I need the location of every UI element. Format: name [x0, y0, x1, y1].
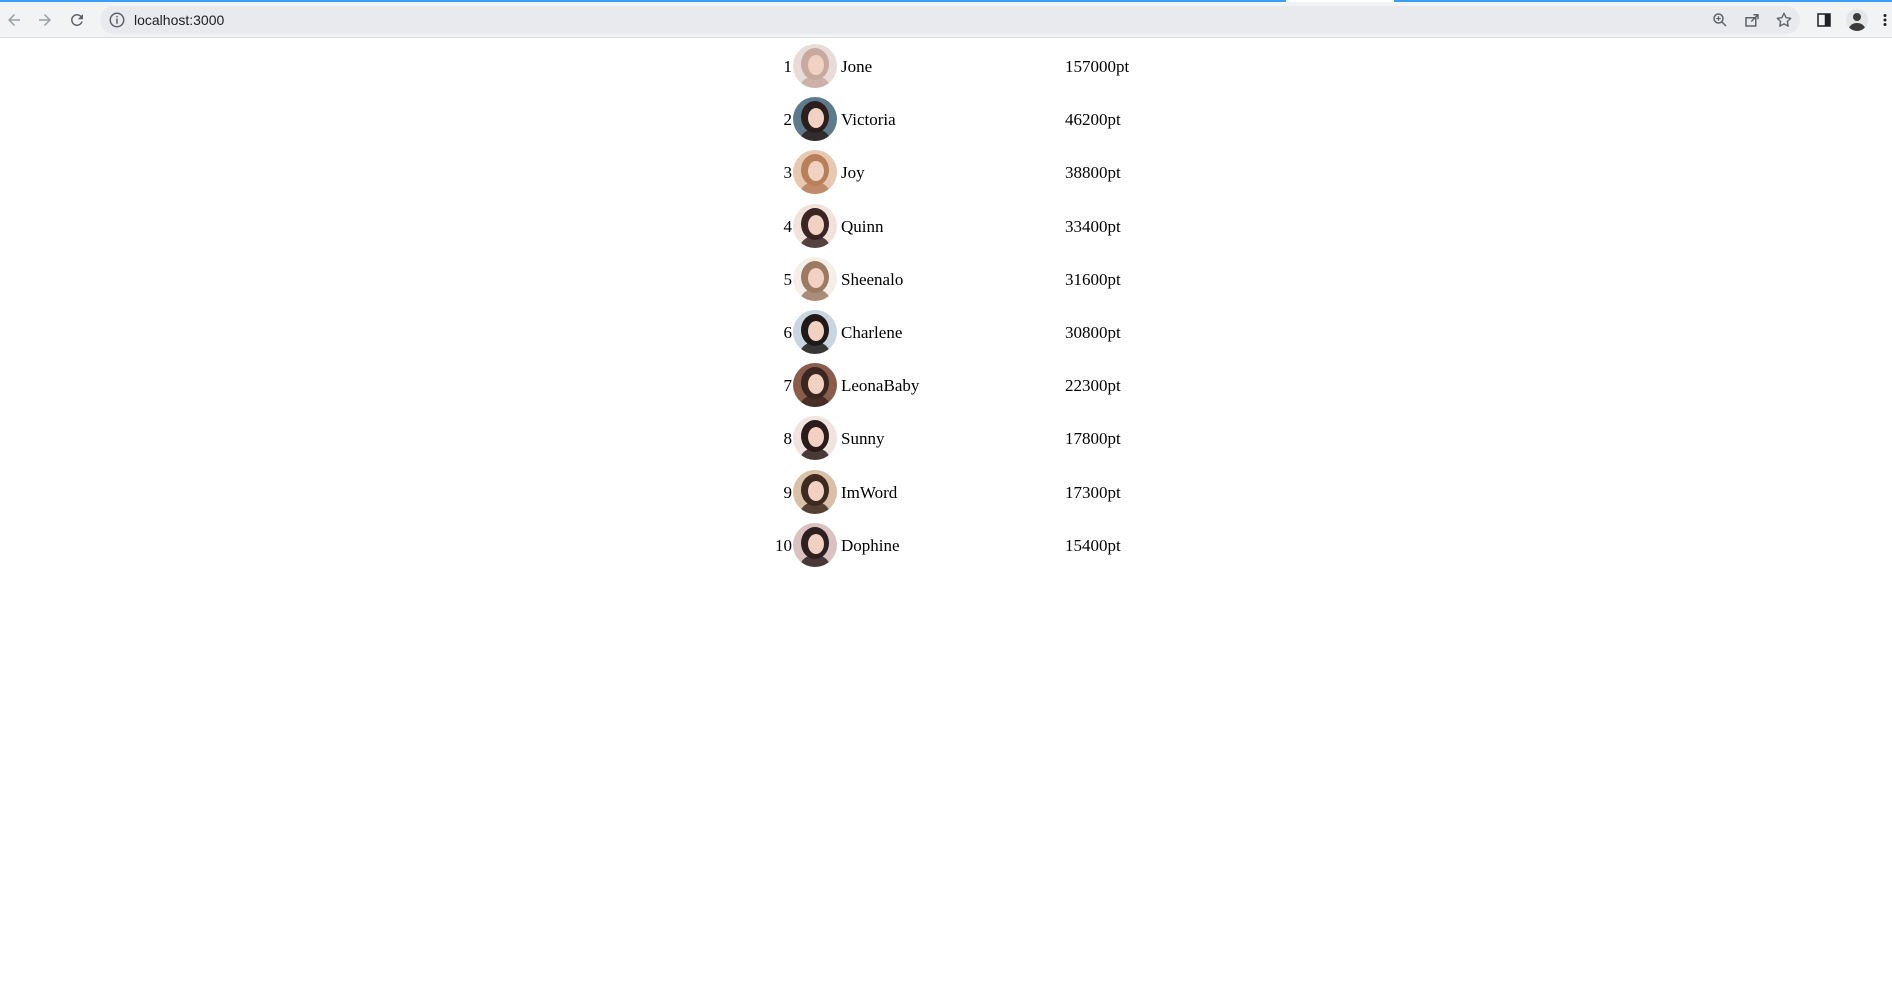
user-name: Joy [841, 163, 865, 183]
rank-number: 4 [783, 216, 793, 236]
forward-button[interactable] [31, 6, 59, 34]
ranking-row: 5 Sheenalo 31600pt [765, 254, 1165, 304]
rank-number: 2 [783, 110, 793, 130]
user-name: Quinn [841, 216, 884, 236]
rank-number: 9 [783, 482, 793, 502]
arrow-right-icon [39, 14, 51, 26]
user-name: Victoria [841, 110, 896, 130]
side-panel-icon[interactable] [1815, 11, 1833, 29]
user-name: ImWord [841, 482, 898, 502]
zoom-icon[interactable] [1711, 11, 1729, 29]
user-score: 15400pt [1065, 535, 1121, 555]
ranking-row: 3 Joy 38800pt [765, 147, 1165, 197]
ranking-row: 6 Charlene 30800pt [765, 307, 1165, 357]
ranking-row: 1 Jone 157000pt [765, 41, 1165, 91]
reload-icon [71, 14, 83, 26]
user-name: Sheenalo [841, 269, 904, 289]
rank-number: 7 [783, 376, 793, 396]
user-avatar [793, 416, 837, 461]
user-avatar [793, 97, 837, 142]
user-score: 17300pt [1065, 482, 1121, 502]
rank-number: 1 [783, 57, 793, 76]
ranking-row: 2 Victoria 46200pt [765, 94, 1165, 144]
rank-number: 8 [783, 429, 793, 449]
user-score: 31600pt [1065, 269, 1121, 289]
user-avatar [793, 44, 837, 88]
user-avatar [793, 522, 837, 567]
user-avatar [793, 363, 837, 408]
user-score: 46200pt [1065, 110, 1121, 130]
share-icon[interactable] [1743, 11, 1761, 29]
url-text[interactable]: localhost:3000 [134, 12, 224, 28]
user-avatar [793, 150, 837, 195]
user-score: 22300pt [1065, 376, 1121, 396]
ranking-row: 8 Sunny 17800pt [765, 413, 1165, 463]
user-avatar [793, 203, 837, 248]
user-score: 33400pt [1065, 216, 1121, 236]
rank-number: 5 [783, 269, 793, 289]
profile-avatar[interactable] [1846, 9, 1868, 31]
user-avatar [793, 256, 837, 301]
rank-number: 10 [775, 535, 792, 555]
ranking-row: 10 Dophine 15400pt [765, 520, 1165, 570]
star-icon[interactable] [1775, 11, 1793, 29]
ranking-row: 9 ImWord 17300pt [765, 467, 1165, 517]
info-icon[interactable] [108, 11, 126, 29]
profile-avatar-icon [1848, 13, 1866, 31]
back-button[interactable] [0, 6, 28, 34]
user-name: Jone [841, 57, 873, 76]
ranking-row: 4 Quinn 33400pt [765, 201, 1165, 251]
address-bar[interactable]: localhost:3000 [100, 6, 1800, 34]
rank-number: 6 [783, 323, 793, 342]
user-name: Dophine [841, 535, 900, 555]
reload-button[interactable] [63, 6, 91, 34]
kebab-menu-icon[interactable] [1880, 11, 1890, 29]
user-name: LeonaBaby [841, 376, 920, 396]
rank-number: 3 [783, 163, 793, 183]
user-score: 17800pt [1065, 429, 1121, 449]
ranking-row: 7 LeonaBaby 22300pt [765, 360, 1165, 410]
user-avatar [793, 469, 837, 514]
arrow-left-icon [8, 14, 20, 26]
user-avatar [793, 310, 837, 354]
user-name: Sunny [841, 429, 885, 449]
user-name: Charlene [841, 323, 903, 342]
user-score: 38800pt [1065, 163, 1121, 183]
user-score: 30800pt [1065, 323, 1121, 342]
browser-toolbar: localhost:3000 [0, 2, 1892, 38]
user-score: 157000pt [1065, 57, 1130, 76]
